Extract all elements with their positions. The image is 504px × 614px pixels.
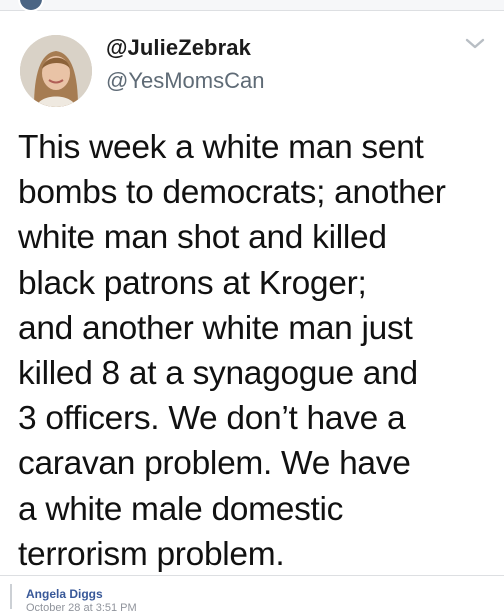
comment-author-link[interactable]: Angela Diggs	[26, 587, 103, 601]
avatar[interactable]	[20, 35, 92, 107]
tweet-text: This week a white man sent bombs to demo…	[18, 129, 446, 573]
tweet-screenshot-card: @JulieZebrak @YesMomsCan This week a whi…	[0, 11, 504, 575]
previous-post-edge	[0, 0, 504, 12]
comment-indent-bar	[10, 584, 12, 609]
avatar-image	[20, 35, 92, 107]
divider	[0, 575, 504, 576]
tweet-display-name[interactable]: @JulieZebrak	[106, 35, 251, 61]
chevron-down-icon[interactable]	[464, 37, 486, 51]
comment-timestamp[interactable]: October 28 at 3:51 PM	[26, 602, 137, 614]
tweet-handle[interactable]: @YesMomsCan	[106, 68, 264, 94]
